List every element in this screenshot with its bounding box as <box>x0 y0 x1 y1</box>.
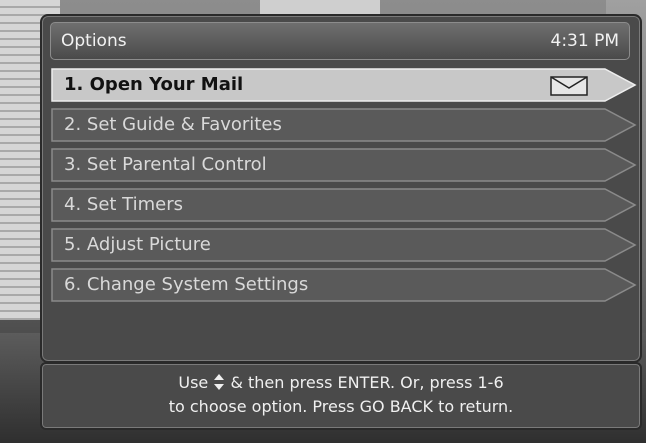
menu-item-set-guide-favorites[interactable]: 2. Set Guide & Favorites <box>50 108 637 142</box>
help-line-2: to choose option. Press GO BACK to retur… <box>168 397 514 416</box>
menu-item-adjust-picture[interactable]: 5. Adjust Picture <box>50 228 637 262</box>
menu-item-label: 1. Open Your Mail <box>64 74 244 95</box>
options-list: 1. Open Your Mail 2. Set Guide & Favorit… <box>50 68 638 308</box>
menu-item-label: 5. Adjust Picture <box>64 234 211 255</box>
menu-item-change-system-settings[interactable]: 6. Change System Settings <box>50 268 637 302</box>
menu-item-label: 4. Set Timers <box>64 194 184 215</box>
clock: 4:31 PM <box>550 31 620 51</box>
menu-item-label: 3. Set Parental Control <box>64 154 267 175</box>
options-menu-panel: Options 4:31 PM 1. Open Your Mail 2. Set… <box>40 14 642 363</box>
help-text-enter: & then press ENTER. Or, press 1-6 <box>230 373 504 392</box>
menu-item-set-parental-control[interactable]: 3. Set Parental Control <box>50 148 637 182</box>
menu-header: Options 4:31 PM <box>50 22 630 60</box>
menu-item-label: 2. Set Guide & Favorites <box>64 114 282 135</box>
mail-envelope-icon <box>550 76 588 96</box>
menu-item-open-mail[interactable]: 1. Open Your Mail <box>50 68 637 102</box>
menu-item-label: 6. Change System Settings <box>64 274 309 295</box>
menu-item-set-timers[interactable]: 4. Set Timers <box>50 188 637 222</box>
menu-title: Options <box>61 31 127 51</box>
help-text-use: Use <box>178 373 209 392</box>
background-window <box>260 0 380 14</box>
help-line-1: Use & then press ENTER. Or, press 1-6 <box>42 371 640 395</box>
up-down-arrows-icon <box>214 374 225 390</box>
help-instructions: Use & then press ENTER. Or, press 1-6 to… <box>40 362 642 430</box>
